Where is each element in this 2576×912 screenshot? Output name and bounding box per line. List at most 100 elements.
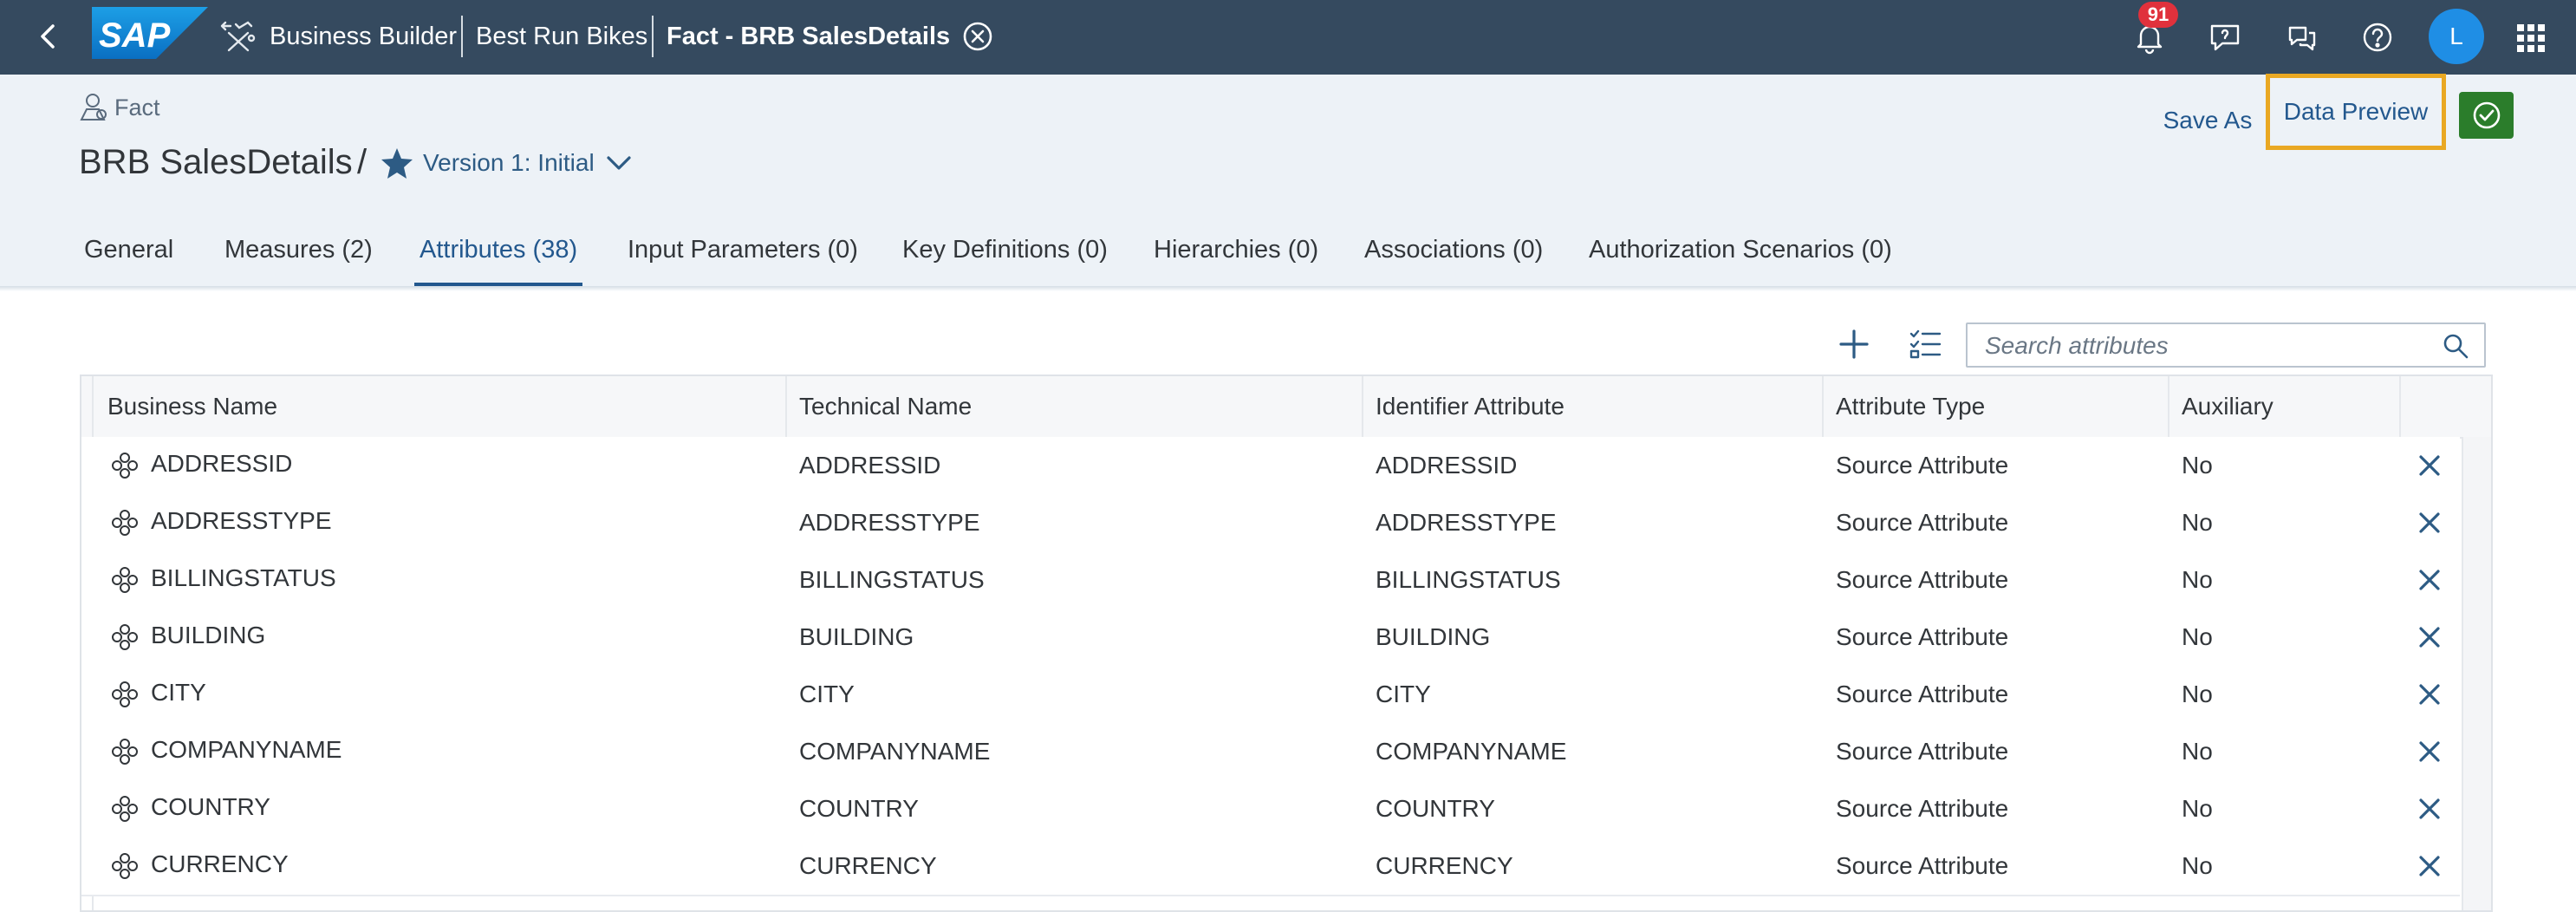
cell-auxiliary: No [2182,738,2213,765]
table-row[interactable]: BUILDING BUILDING BUILDING Source Attribute… [81,609,2460,668]
cell-business-name: COUNTRY [151,793,270,820]
notification-count-badge: 91 [2138,2,2178,28]
cell-auxiliary: No [2182,566,2213,593]
attribute-icon [111,681,139,708]
header-divider [0,286,2576,291]
cell-attribute-type: Source Attribute [1836,738,2009,765]
delete-attribute-icon[interactable] [2417,739,2443,765]
delete-attribute-icon[interactable] [2417,796,2443,822]
search-field [1966,322,2486,368]
object-title: BRB SalesDetails [79,143,353,181]
search-input[interactable] [1983,324,2437,368]
delete-attribute-icon[interactable] [2417,453,2443,479]
table-row[interactable]: BILLINGSTATUS BILLINGSTATUS BILLINGSTATUS S… [81,551,2460,610]
object-header: Fact BRB SalesDetails / Version 1: Initi… [0,74,2576,291]
deploy-button[interactable] [2459,92,2514,139]
chevron-down-icon[interactable] [603,147,634,179]
version-selector[interactable]: Version 1: Initial [423,144,595,182]
close-circle-icon[interactable] [960,19,995,54]
save-as-button[interactable]: Save As [2146,101,2269,140]
star-icon [380,146,414,180]
tab-input-parameters[interactable]: Input Parameters (0) [622,213,863,286]
back-icon[interactable] [31,19,66,54]
table-header: Business Name Technical Name Identifier … [81,376,2491,439]
cell-attribute-type: Source Attribute [1836,795,2009,822]
product-switch-grid-icon[interactable] [2514,21,2548,55]
tab-general[interactable]: General [79,213,179,286]
fact-icon [78,92,107,123]
cell-technical-name: COMPANYNAME [799,738,991,765]
delete-attribute-icon[interactable] [2417,681,2443,707]
breadcrumb-business-builder[interactable]: Business Builder [270,19,457,54]
business-builder-icon [217,17,258,55]
cell-business-name: CURRENCY [151,850,289,877]
cell-auxiliary: No [2182,681,2213,707]
data-preview-button[interactable]: Data Preview [2266,74,2446,150]
feedback-icon[interactable] [2205,17,2245,57]
cell-identifier-attribute: ADDRESSTYPE [1376,509,1557,536]
cell-identifier-attribute: BILLINGSTATUS [1376,566,1561,593]
cell-technical-name: COUNTRY [799,795,919,822]
attribute-icon [111,795,139,823]
tab-associations[interactable]: Associations (0) [1359,213,1548,286]
column-header-attribute-type[interactable]: Attribute Type [1836,376,1985,437]
cell-identifier-attribute: CURRENCY [1376,852,1513,879]
vertical-scrollbar[interactable] [2462,437,2491,910]
cell-identifier-attribute: BUILDING [1376,623,1491,650]
breadcrumb-current-object: Fact - BRB SalesDetails [667,23,951,50]
tab-measures[interactable]: Measures (2) [219,213,378,286]
cell-business-name: BILLINGSTATUS [151,564,336,591]
multi-select-list-icon[interactable] [1907,326,1943,362]
cell-technical-name: ADDRESSID [799,452,941,479]
attribute-icon [111,509,139,537]
delete-attribute-icon[interactable] [2417,853,2443,879]
column-header-identifier-attribute[interactable]: Identifier Attribute [1376,376,1564,437]
cell-identifier-attribute: COMPANYNAME [1376,738,1567,765]
column-divider [1822,376,1824,437]
cell-business-name: CITY [151,679,206,706]
cell-auxiliary: No [2182,795,2213,822]
help-icon[interactable] [2358,17,2397,57]
user-avatar[interactable]: L [2429,9,2484,64]
tab-attributes[interactable]: Attributes (38) [414,213,583,286]
delete-attribute-icon[interactable] [2417,510,2443,536]
table-row[interactable]: CITY CITY CITY Source Attribute No [81,666,2460,725]
cell-identifier-attribute: ADDRESSID [1376,452,1518,479]
add-attribute-icon[interactable] [1836,326,1872,362]
column-header-auxiliary[interactable]: Auxiliary [2182,376,2274,437]
title-separator: / [357,143,368,181]
table-row[interactable]: ADDRESSID ADDRESSID ADDRESSID Source Attrib… [81,437,2460,496]
cell-technical-name: BILLINGSTATUS [799,566,985,593]
breadcrumb-space[interactable]: Best Run Bikes [476,19,647,54]
cell-auxiliary: No [2182,509,2213,536]
cell-business-name: ADDRESSTYPE [151,507,332,534]
attribute-icon [111,738,139,765]
column-divider [2168,376,2169,437]
cell-attribute-type: Source Attribute [1836,681,2009,707]
attribute-icon [111,566,139,594]
tab-authorization-scenarios[interactable]: Authorization Scenarios (0) [1584,213,1897,286]
delete-attribute-icon[interactable] [2417,567,2443,593]
delete-attribute-icon[interactable] [2417,624,2443,650]
column-divider [785,376,787,437]
table-row[interactable]: ADDRESSTYPE ADDRESSTYPE ADDRESSTYPE Source … [81,494,2460,553]
cell-technical-name: CURRENCY [799,852,937,879]
table-row[interactable]: COMPANYNAME COMPANYNAME COMPANYNAME Source … [81,723,2460,782]
sap-logo-text: SAP [99,16,171,55]
discussion-icon[interactable] [2281,17,2321,57]
attribute-icon [111,852,139,880]
table-row[interactable]: CURRENCY CURRENCY CURRENCY Source Attribute… [81,837,2460,896]
cell-technical-name: ADDRESSTYPE [799,509,980,536]
column-header-business-name[interactable]: Business Name [107,376,277,437]
sap-logo[interactable]: SAP [92,7,208,59]
tab-key-definitions[interactable]: Key Definitions (0) [897,213,1113,286]
cell-identifier-attribute: COUNTRY [1376,795,1495,822]
attribute-icon [111,452,139,479]
search-icon[interactable] [2441,331,2470,361]
column-divider [2399,376,2401,437]
tab-hierarchies[interactable]: Hierarchies (0) [1148,213,1324,286]
breadcrumb-divider [652,16,654,57]
table-row[interactable]: COUNTRY COUNTRY COUNTRY Source Attribute No [81,780,2460,839]
cell-attribute-type: Source Attribute [1836,452,2009,479]
column-header-technical-name[interactable]: Technical Name [799,376,972,437]
